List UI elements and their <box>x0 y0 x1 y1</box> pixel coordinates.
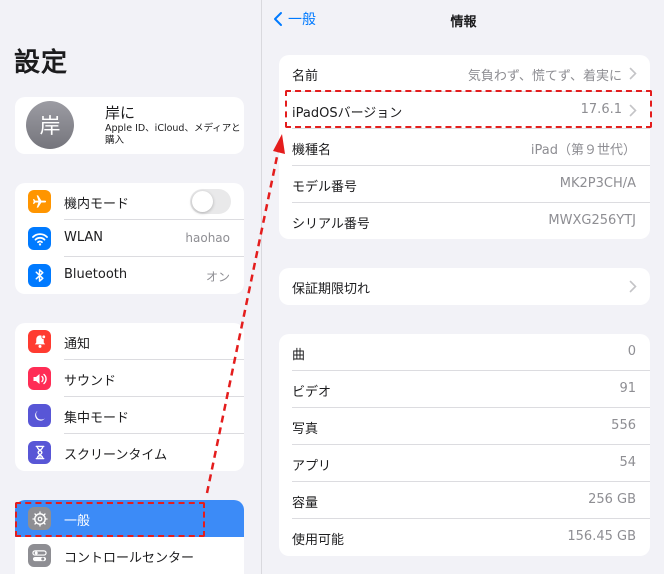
bluetooth-icon <box>28 264 51 287</box>
info-row-available: 使用可能 156.45 GB <box>279 519 650 556</box>
apple-id-profile-card[interactable]: 岸 岸に Apple ID、iCloud、メディアと購入 <box>15 97 244 154</box>
sidebar-item-label: 通知 <box>64 337 91 352</box>
sidebar-item-control-center[interactable]: コントロールセンター <box>15 537 244 574</box>
row-value: 気負わず、慌てず、着実に <box>467 69 622 84</box>
row-value: 556 <box>611 418 636 433</box>
sidebar-item-notifications[interactable]: 通知 <box>15 323 244 360</box>
row-label: 機種名 <box>292 143 332 158</box>
info-row-model-number[interactable]: モデル番号 MK2P3CH/A <box>279 166 650 203</box>
airplane-icon <box>28 190 51 213</box>
sidebar-title: 設定 <box>14 48 69 78</box>
sidebar-item-label: スクリーンタイム <box>64 448 168 463</box>
row-label: 写真 <box>292 422 319 437</box>
info-row-videos: ビデオ 91 <box>279 371 650 408</box>
info-row-apps: アプリ 54 <box>279 445 650 482</box>
chevron-right-icon <box>629 280 637 293</box>
row-value: MWXG256YTJ <box>548 213 636 228</box>
switches-icon <box>28 544 51 567</box>
row-value: 156.45 GB <box>567 529 636 544</box>
row-value: 54 <box>619 455 636 470</box>
row-label: 容量 <box>292 496 319 511</box>
notifications-group: 通知 サウンド 集中モード スクリーンタイム <box>15 323 244 471</box>
row-label: シリアル番号 <box>292 217 370 232</box>
back-button-label: 一般 <box>288 12 316 28</box>
highlight-version-box <box>285 90 652 128</box>
sidebar-item-airplane-mode[interactable]: 機内モード <box>15 183 244 220</box>
connectivity-group: 機内モード WLAN haohao Bluetooth オン <box>15 183 244 294</box>
row-label: 使用可能 <box>292 533 345 548</box>
sidebar-item-wlan[interactable]: WLAN haohao <box>15 220 244 257</box>
wifi-icon <box>28 227 51 250</box>
info-row-name[interactable]: 名前 気負わず、慌てず、着実に <box>279 55 650 92</box>
hourglass-icon <box>28 441 51 464</box>
sidebar-item-label: サウンド <box>64 374 117 389</box>
toggle-knob <box>192 191 213 212</box>
row-label: アプリ <box>292 459 332 474</box>
sidebar-item-label: Bluetooth <box>64 267 128 282</box>
bluetooth-status: オン <box>205 270 230 284</box>
row-label: 曲 <box>292 348 306 363</box>
info-row-model-name: 機種名 iPad（第９世代） <box>279 129 650 166</box>
row-label: 保証期限切れ <box>292 282 371 297</box>
about-panel: 情報 一般 名前 気負わず、慌てず、着実に iPadOSバージョン 17.6.1… <box>263 0 664 574</box>
info-row-capacity: 容量 256 GB <box>279 482 650 519</box>
row-label: 名前 <box>292 69 319 84</box>
back-button[interactable]: 一般 <box>272 9 316 29</box>
warranty-section: 保証期限切れ <box>279 268 650 305</box>
avatar: 岸 <box>26 101 74 149</box>
row-value: 91 <box>619 381 636 396</box>
chevron-left-icon <box>274 12 282 26</box>
highlight-general-box <box>15 502 205 537</box>
sidebar-item-bluetooth[interactable]: Bluetooth オン <box>15 257 244 294</box>
sidebar-item-label: WLAN <box>64 230 104 245</box>
info-row-warranty[interactable]: 保証期限切れ <box>279 268 650 305</box>
row-value: MK2P3CH/A <box>559 176 636 191</box>
sidebar-item-screen-time[interactable]: スクリーンタイム <box>15 434 244 471</box>
row-value: iPad（第９世代） <box>530 143 636 158</box>
profile-subtitle: Apple ID、iCloud、メディアと購入 <box>105 123 241 146</box>
chevron-right-icon <box>629 67 637 80</box>
sidebar-item-sounds[interactable]: サウンド <box>15 360 244 397</box>
row-value: 0 <box>627 344 636 359</box>
wlan-network-name: haohao <box>185 231 230 245</box>
sidebar-item-label: コントロールセンター <box>64 551 195 566</box>
speaker-icon <box>28 367 51 390</box>
row-value: 256 GB <box>588 492 636 507</box>
settings-sidebar: 設定 岸 岸に Apple ID、iCloud、メディアと購入 機内モード WL… <box>0 0 262 574</box>
moon-icon <box>28 404 51 427</box>
page-title: 情報 <box>450 15 477 30</box>
row-label: ビデオ <box>292 385 332 400</box>
storage-stats-section: 曲 0 ビデオ 91 写真 556 アプリ 54 容量 256 GB 使用可能 … <box>279 334 650 556</box>
info-row-photos: 写真 556 <box>279 408 650 445</box>
device-info-section: 名前 気負わず、慌てず、着実に iPadOSバージョン 17.6.1 機種名 i… <box>279 55 650 239</box>
info-row-serial-number: シリアル番号 MWXG256YTJ <box>279 203 650 239</box>
airplane-mode-toggle[interactable] <box>190 189 231 214</box>
info-row-songs: 曲 0 <box>279 334 650 371</box>
sidebar-item-focus[interactable]: 集中モード <box>15 397 244 434</box>
row-label: モデル番号 <box>292 180 358 195</box>
sidebar-item-label: 機内モード <box>64 197 130 212</box>
bell-icon <box>28 330 51 353</box>
sidebar-item-label: 集中モード <box>64 411 130 426</box>
profile-name: 岸に <box>105 104 136 122</box>
